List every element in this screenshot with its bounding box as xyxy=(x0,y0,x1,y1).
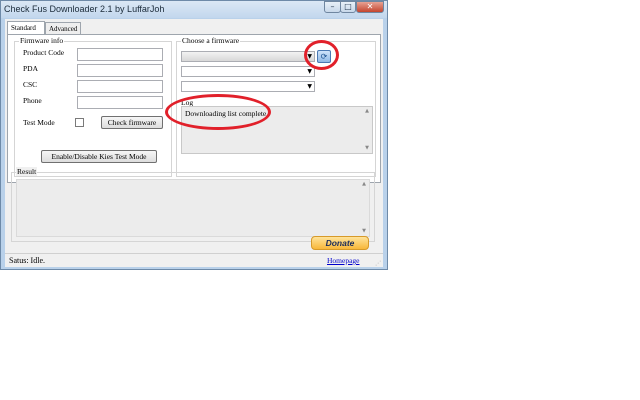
result-label: Result xyxy=(16,167,38,176)
homepage-link[interactable]: Homepage xyxy=(327,256,360,265)
scroll-up-icon[interactable]: ▲ xyxy=(363,108,371,114)
chevron-down-icon: ▼ xyxy=(307,83,312,90)
pda-label: PDA xyxy=(23,64,39,73)
test-mode-checkbox[interactable] xyxy=(75,118,84,127)
annotation-circle-log xyxy=(165,94,271,130)
scroll-down-icon[interactable]: ▼ xyxy=(363,145,371,151)
phone-label: Phone xyxy=(23,96,42,105)
scroll-up-icon[interactable]: ▲ xyxy=(360,181,368,187)
status-bar: Satus: Idle. Homepage ⋰ xyxy=(5,253,383,268)
result-textarea[interactable]: ▲ ▼ xyxy=(16,179,370,237)
product-code-input[interactable] xyxy=(77,48,163,61)
firmware-info-group: Firmware info Product Code PDA CSC Phone… xyxy=(14,36,172,177)
tab-advanced[interactable]: Advanced xyxy=(45,22,81,34)
phone-input[interactable] xyxy=(77,96,163,109)
resize-grip-icon[interactable]: ⋰ xyxy=(375,260,381,267)
csc-input[interactable] xyxy=(77,80,163,93)
firmware-combo-2[interactable]: ▼ xyxy=(181,66,315,77)
title-bar[interactable]: Check Fus Downloader 2.1 by LuffarJoh – … xyxy=(1,1,387,18)
firmware-info-title: Firmware info xyxy=(19,36,65,45)
result-group: Result ▲ ▼ xyxy=(11,167,375,242)
maximize-button[interactable]: □ xyxy=(340,1,356,13)
chevron-down-icon: ▼ xyxy=(307,68,312,75)
check-firmware-button[interactable]: Check firmware xyxy=(101,116,163,129)
kies-test-mode-button[interactable]: Enable/Disable Kies Test Mode xyxy=(41,150,157,163)
minimize-button[interactable]: – xyxy=(324,1,341,13)
scroll-down-icon[interactable]: ▼ xyxy=(360,228,368,234)
pda-input[interactable] xyxy=(77,64,163,77)
firmware-combo-1[interactable]: ▼ xyxy=(181,51,315,62)
csc-label: CSC xyxy=(23,80,38,89)
status-text: Satus: Idle. xyxy=(9,256,45,265)
product-code-label: Product Code xyxy=(23,48,65,57)
app-window: Check Fus Downloader 2.1 by LuffarJoh – … xyxy=(0,0,388,270)
tab-standard[interactable]: Standard xyxy=(7,21,45,34)
annotation-circle-refresh xyxy=(304,40,339,70)
choose-firmware-title: Choose a firmware xyxy=(181,36,241,45)
donate-button[interactable]: Donate xyxy=(311,236,369,250)
firmware-combo-3[interactable]: ▼ xyxy=(181,81,315,92)
test-mode-label: Test Mode xyxy=(23,118,55,127)
window-title: Check Fus Downloader 2.1 by LuffarJoh xyxy=(4,4,165,14)
close-button[interactable]: ✕ xyxy=(356,1,384,13)
